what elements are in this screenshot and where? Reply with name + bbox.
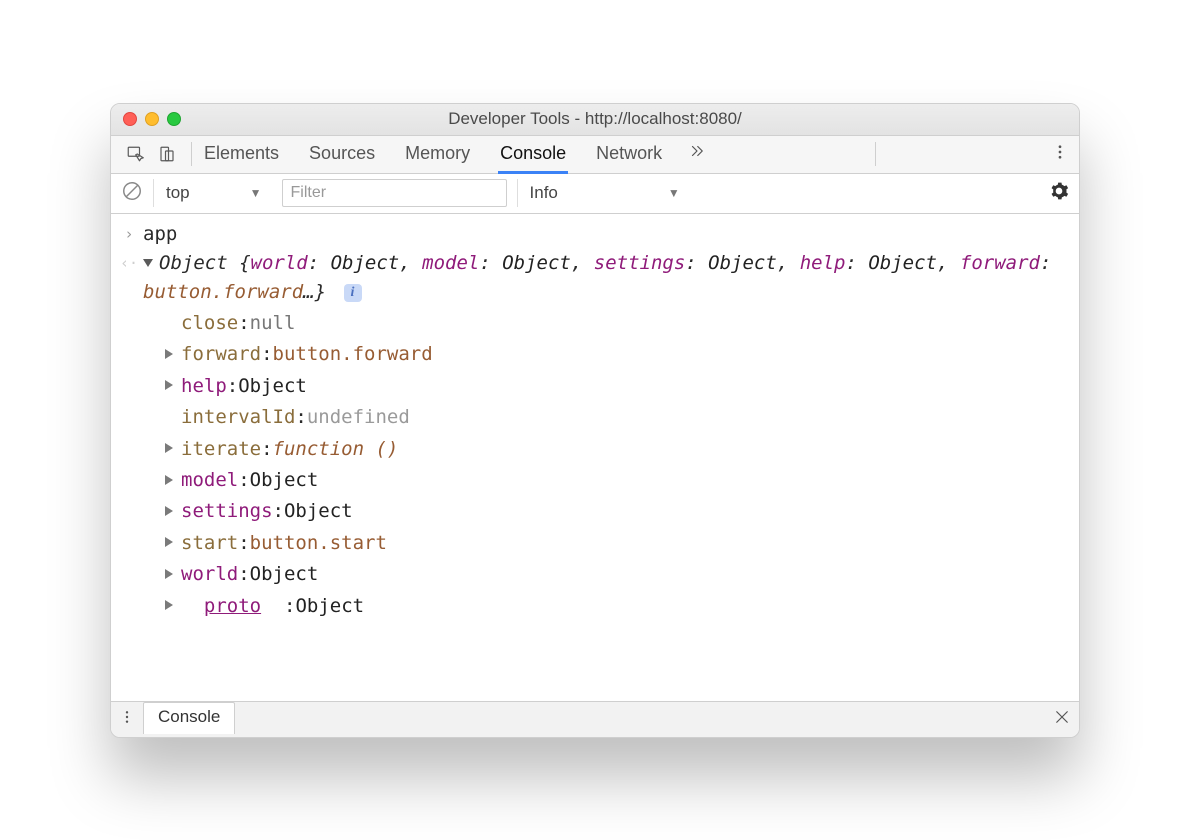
property-key: model bbox=[181, 466, 238, 495]
property-key: iterate bbox=[181, 435, 261, 464]
expand-toggle-icon[interactable] bbox=[143, 259, 153, 267]
log-level-value: Info bbox=[530, 183, 558, 203]
context-value: top bbox=[166, 183, 190, 203]
property-row[interactable]: world: Object bbox=[163, 559, 1075, 590]
expand-icon[interactable] bbox=[163, 529, 181, 558]
property-value: button.forward bbox=[273, 340, 433, 369]
property-key: close bbox=[181, 309, 238, 338]
property-value: Object bbox=[295, 592, 364, 621]
expand-icon[interactable] bbox=[163, 560, 181, 589]
settings-menu-icon[interactable] bbox=[1051, 143, 1069, 166]
property-value: button.start bbox=[250, 529, 387, 558]
context-selector[interactable]: top ▼ bbox=[153, 179, 272, 207]
property-row[interactable]: model: Object bbox=[163, 465, 1075, 496]
property-value: undefined bbox=[307, 403, 410, 432]
property-row[interactable]: close: null bbox=[163, 308, 1075, 339]
property-key: settings bbox=[181, 497, 273, 526]
expand-icon[interactable] bbox=[163, 372, 181, 401]
console-input-text: app bbox=[143, 220, 1075, 249]
property-value: function () bbox=[273, 435, 399, 464]
drawer-menu-icon[interactable] bbox=[119, 709, 135, 730]
device-toolbar-icon[interactable] bbox=[153, 140, 181, 168]
filter-input[interactable] bbox=[282, 179, 507, 207]
property-row[interactable]: help: Object bbox=[163, 371, 1075, 402]
property-value: Object bbox=[238, 372, 307, 401]
object-properties: close: nullforward: button.forwardhelp: … bbox=[115, 308, 1075, 622]
expand-icon[interactable] bbox=[163, 466, 181, 495]
property-row[interactable]: iterate: function () bbox=[163, 434, 1075, 465]
tab-elements[interactable]: Elements bbox=[202, 137, 281, 172]
panel-tabs: Elements Sources Memory Console Network bbox=[111, 136, 1079, 174]
title-bar: Developer Tools - http://localhost:8080/ bbox=[111, 104, 1079, 136]
property-value: null bbox=[250, 309, 296, 338]
property-value: Object bbox=[284, 497, 353, 526]
expand-icon[interactable] bbox=[163, 497, 181, 526]
property-key: intervalId bbox=[181, 403, 295, 432]
property-value: Object bbox=[250, 466, 319, 495]
expand-icon[interactable] bbox=[163, 340, 181, 369]
property-key: start bbox=[181, 529, 238, 558]
clear-console-icon[interactable] bbox=[121, 180, 143, 207]
log-level-selector[interactable]: Info ▼ bbox=[517, 179, 690, 207]
chevron-down-icon: ▼ bbox=[668, 186, 680, 200]
console-output-row[interactable]: ‹· Object {world: Object, model: Object,… bbox=[115, 249, 1075, 308]
output-chevron-icon: ‹· bbox=[115, 249, 143, 275]
drawer-bar: Console bbox=[111, 701, 1079, 737]
expand-icon[interactable] bbox=[163, 592, 181, 621]
property-row[interactable]: start: button.start bbox=[163, 528, 1075, 559]
tab-console[interactable]: Console bbox=[498, 137, 568, 174]
console-body: › app ‹· Object {world: Object, model: O… bbox=[111, 214, 1079, 701]
console-input-row[interactable]: › app bbox=[115, 220, 1075, 249]
console-toolbar: top ▼ Info ▼ bbox=[111, 174, 1079, 214]
property-key: help bbox=[181, 372, 227, 401]
separator bbox=[875, 142, 876, 166]
close-drawer-icon[interactable] bbox=[1053, 708, 1071, 731]
tab-network[interactable]: Network bbox=[594, 137, 664, 172]
expand-icon[interactable] bbox=[163, 435, 181, 464]
property-key: world bbox=[181, 560, 238, 589]
console-settings-icon[interactable] bbox=[1049, 181, 1069, 206]
property-value: Object bbox=[250, 560, 319, 589]
property-row[interactable]: __proto__: Object bbox=[163, 591, 1075, 622]
separator bbox=[191, 142, 192, 166]
property-row[interactable]: forward: button.forward bbox=[163, 339, 1075, 370]
devtools-window: Developer Tools - http://localhost:8080/… bbox=[110, 103, 1080, 738]
tab-memory[interactable]: Memory bbox=[403, 137, 472, 172]
input-chevron-icon: › bbox=[115, 220, 143, 246]
more-tabs-icon[interactable] bbox=[688, 142, 706, 166]
info-badge-icon[interactable]: i bbox=[344, 284, 362, 302]
object-summary[interactable]: Object {world: Object, model: Object, se… bbox=[143, 249, 1075, 308]
property-row[interactable]: settings: Object bbox=[163, 496, 1075, 527]
window-title: Developer Tools - http://localhost:8080/ bbox=[111, 109, 1079, 129]
drawer-tab-console[interactable]: Console bbox=[143, 702, 235, 734]
property-row[interactable]: intervalId: undefined bbox=[163, 402, 1075, 433]
chevron-down-icon: ▼ bbox=[250, 186, 262, 200]
property-key: __proto__ bbox=[181, 592, 284, 621]
tab-sources[interactable]: Sources bbox=[307, 137, 377, 172]
inspect-element-icon[interactable] bbox=[121, 140, 149, 168]
property-key: forward bbox=[181, 340, 261, 369]
